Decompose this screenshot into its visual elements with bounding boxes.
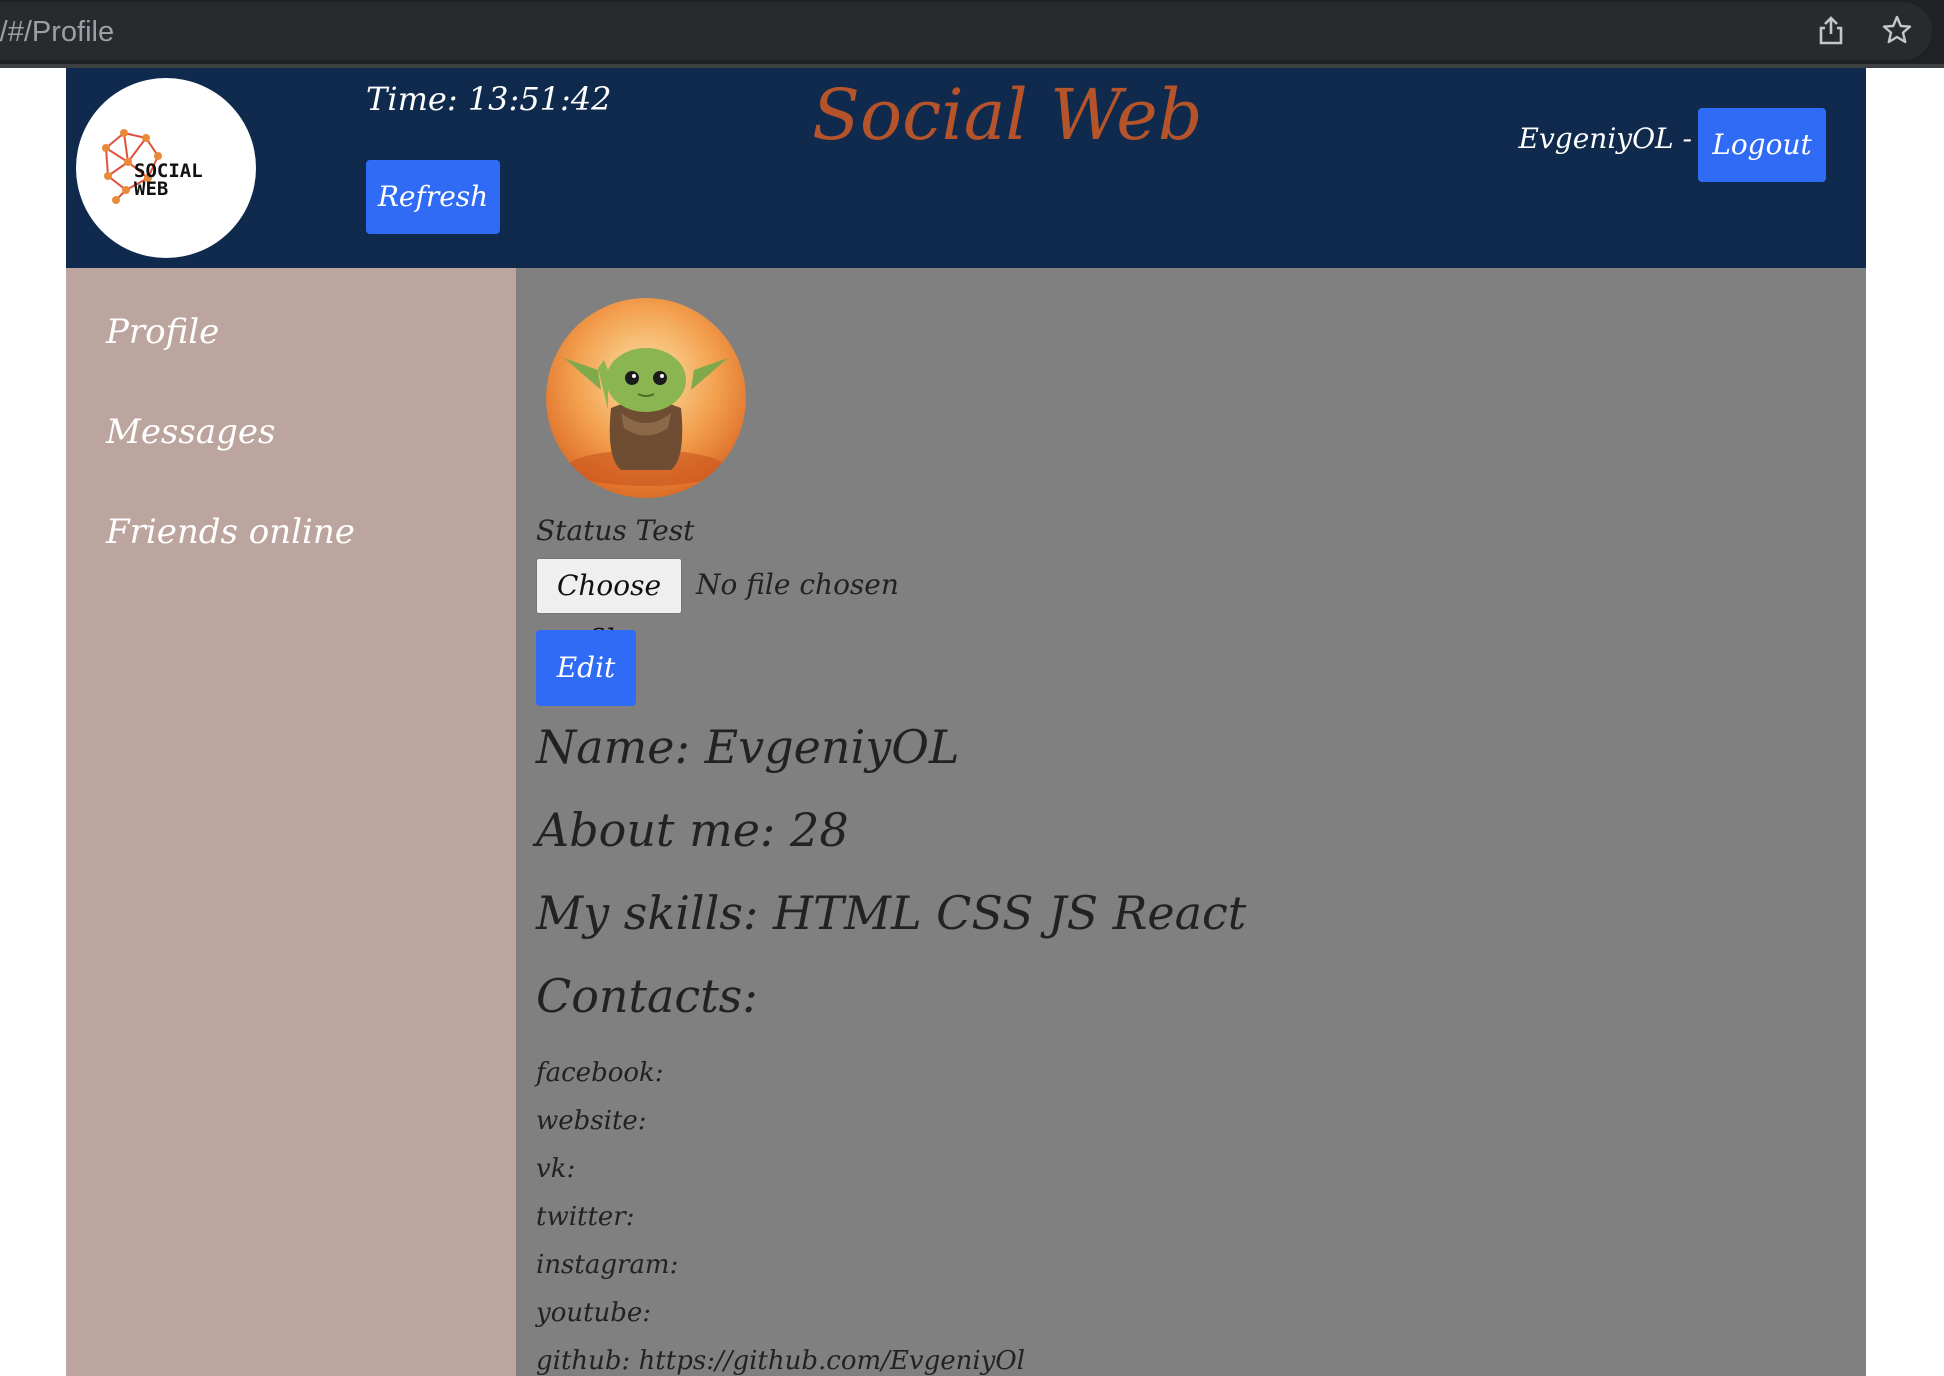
browser-toolbar: )/#/Profile <box>0 0 1944 68</box>
profile-status[interactable]: Status Test <box>536 514 694 547</box>
address-bar[interactable]: )/#/Profile <box>0 2 1932 60</box>
profile-skills: My skills: HTML CSS JS React <box>536 886 1247 940</box>
star-icon[interactable] <box>1880 14 1914 48</box>
contact-instagram: instagram: <box>536 1250 679 1280</box>
contact-youtube: youtube: <box>536 1298 652 1328</box>
site-logo[interactable]: SOCIAL WEB <box>76 78 256 258</box>
contact-github[interactable]: github: https://github.com/EvgeniyOl <box>536 1346 1025 1376</box>
refresh-button[interactable]: Refresh <box>366 160 500 234</box>
sidebar: Profile Messages Friends online <box>66 268 516 1376</box>
sidebar-item-friends-online[interactable]: Friends online <box>106 512 355 552</box>
header: SOCIAL WEB Time: 13:51:42 Refresh Social… <box>66 68 1866 268</box>
contact-website: website: <box>536 1106 647 1136</box>
site-title: Social Web <box>812 74 1203 156</box>
contact-vk: vk: <box>536 1154 576 1184</box>
profile-name: Name: EvgeniyOL <box>536 720 960 774</box>
share-icon[interactable] <box>1814 14 1848 48</box>
url-text[interactable]: )/#/Profile <box>0 16 114 49</box>
edit-button[interactable]: Edit <box>536 630 636 706</box>
logo-text: SOCIAL WEB <box>134 162 203 200</box>
logout-button[interactable]: Logout <box>1698 108 1826 182</box>
file-status-text: No file chosen <box>696 568 899 601</box>
sidebar-item-messages[interactable]: Messages <box>106 412 275 452</box>
sidebar-item-profile[interactable]: Profile <box>106 312 219 352</box>
profile-about: About me: 28 <box>536 803 849 857</box>
avatar <box>546 298 746 498</box>
profile-content: Status Test Choose file No file chosen E… <box>516 268 1866 1376</box>
clock-display: Time: 13:51:42 <box>366 80 612 118</box>
contacts-heading: Contacts: <box>536 969 758 1023</box>
contact-facebook: facebook: <box>536 1058 664 1088</box>
logo-text-line2: WEB <box>134 178 169 200</box>
contact-twitter: twitter: <box>536 1202 635 1232</box>
choose-file-button[interactable]: Choose file <box>536 558 682 656</box>
current-user: EvgeniyOL - <box>1518 122 1692 155</box>
page: SOCIAL WEB Time: 13:51:42 Refresh Social… <box>66 68 1866 1376</box>
